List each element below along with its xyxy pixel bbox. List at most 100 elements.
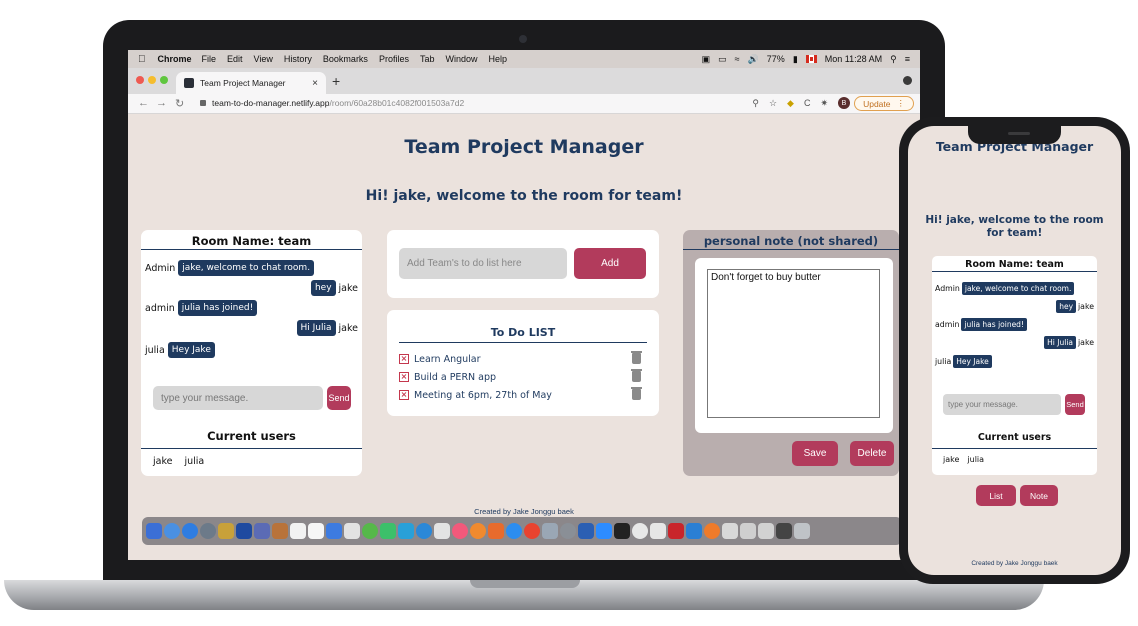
books-icon[interactable]	[272, 523, 288, 539]
bookmark-star-icon[interactable]: ☆	[769, 98, 777, 109]
menu-file[interactable]: File	[202, 54, 217, 64]
preview-icon[interactable]	[542, 523, 558, 539]
siri-icon[interactable]	[164, 523, 180, 539]
textedit-icon[interactable]	[344, 523, 360, 539]
extension-c-icon[interactable]: C	[804, 98, 811, 108]
tab-close-icon[interactable]: ×	[312, 78, 318, 89]
window-zoom-button[interactable]	[160, 76, 168, 84]
vscode-icon[interactable]	[686, 523, 702, 539]
macos-menubar:  Chrome File Edit View History Bookmark…	[128, 50, 920, 68]
screen-record-icon[interactable]: ▣	[702, 54, 711, 65]
menu-bookmarks[interactable]: Bookmarks	[323, 54, 368, 64]
phone-list-button[interactable]: List	[976, 485, 1016, 506]
phone-send-button[interactable]: Send	[1065, 394, 1085, 415]
chat-message-input[interactable]: type your message.	[153, 386, 323, 410]
podcasts-icon[interactable]	[470, 523, 486, 539]
puzzle-extensions-icon[interactable]: ✷	[820, 98, 828, 109]
apple-icon[interactable]: 	[138, 54, 146, 65]
keynote-icon[interactable]	[434, 523, 450, 539]
terminal-icon[interactable]	[614, 523, 630, 539]
update-button[interactable]: Update ⋮	[854, 96, 914, 111]
checkbox-x-icon[interactable]: ×	[399, 354, 409, 364]
reload-icon[interactable]: ↻	[175, 97, 184, 110]
phone-note-button[interactable]: Note	[1020, 485, 1058, 506]
checkbox-x-icon[interactable]: ×	[399, 390, 409, 400]
send-button[interactable]: Send	[327, 386, 351, 410]
chrome-icon[interactable]	[524, 523, 540, 539]
add-todo-button[interactable]: Add	[574, 248, 646, 279]
extension-diamond-icon[interactable]: ◆	[787, 98, 794, 109]
zoom-icon[interactable]	[596, 523, 612, 539]
maps-icon[interactable]	[416, 523, 432, 539]
numbers-icon[interactable]	[398, 523, 414, 539]
phone-chat-message: Hi Julia jake	[1044, 336, 1094, 349]
forward-arrow-icon[interactable]: →	[156, 97, 167, 109]
downloads-stack-icon[interactable]	[722, 523, 738, 539]
phone-chat-message-input[interactable]: type your message.	[943, 394, 1061, 415]
messages-icon[interactable]	[362, 523, 378, 539]
input-source-flag-icon[interactable]	[805, 55, 817, 63]
spotlight-search-icon[interactable]: ⚲	[890, 54, 897, 65]
battery-icon[interactable]: ▮	[793, 54, 798, 65]
trash-icon[interactable]	[631, 387, 642, 400]
word-icon[interactable]	[578, 523, 594, 539]
menu-history[interactable]: History	[284, 54, 312, 64]
kebab-menu-icon: ⋮	[896, 98, 906, 108]
photoshop-icon[interactable]	[236, 523, 252, 539]
menu-view[interactable]: View	[254, 54, 273, 64]
address-bar[interactable]: team-to-do-manager.netlify.app/room/60a2…	[200, 98, 464, 108]
menu-help[interactable]: Help	[488, 54, 507, 64]
launchpad-icon[interactable]	[200, 523, 216, 539]
welcome-message: Hi! jake, welcome to the room for team!	[365, 188, 683, 204]
profile-avatar[interactable]: B	[838, 97, 850, 109]
menu-edit[interactable]: Edit	[227, 54, 243, 64]
music-icon[interactable]	[452, 523, 468, 539]
save-note-button[interactable]: Save	[792, 441, 838, 466]
pages-icon[interactable]	[488, 523, 504, 539]
notes-app-icon[interactable]	[218, 523, 234, 539]
menu-profiles[interactable]: Profiles	[379, 54, 409, 64]
window-close-button[interactable]	[136, 76, 144, 84]
contacts-icon[interactable]	[254, 523, 270, 539]
menu-window[interactable]: Window	[445, 54, 477, 64]
volume-icon[interactable]: 🔊	[748, 54, 759, 65]
todo-input[interactable]: Add Team's to do list here	[399, 248, 567, 279]
photos-icon[interactable]	[326, 523, 342, 539]
slack-icon[interactable]	[632, 523, 648, 539]
reminders-icon[interactable]	[308, 523, 324, 539]
acrobat-icon[interactable]	[668, 523, 684, 539]
new-tab-icon[interactable]: +	[332, 73, 340, 89]
delete-note-button[interactable]: Delete	[850, 441, 894, 466]
control-center-icon[interactable]: ≡	[905, 54, 910, 64]
system-preferences-icon[interactable]	[560, 523, 576, 539]
back-arrow-icon[interactable]: ←	[138, 97, 149, 109]
safari-icon[interactable]	[182, 523, 198, 539]
phone-welcome-message: Hi! jake, welcome to the room for team!	[925, 214, 1104, 239]
script-editor-icon[interactable]	[650, 523, 666, 539]
documents-stack-icon[interactable]	[740, 523, 756, 539]
screenshots-stack-icon[interactable]	[758, 523, 774, 539]
finder-icon[interactable]	[146, 523, 162, 539]
trash-icon[interactable]	[631, 351, 642, 364]
menubar-app-name[interactable]: Chrome	[158, 54, 192, 64]
tab-search-icon[interactable]	[903, 76, 912, 85]
window-minimize-button[interactable]	[148, 76, 156, 84]
menu-tab[interactable]: Tab	[420, 54, 435, 64]
chat-panel: Room Name: team Admin jake, welcome to c…	[141, 230, 362, 476]
trash-icon[interactable]	[631, 369, 642, 382]
calendar-icon[interactable]	[290, 523, 306, 539]
key-icon[interactable]: ⚲	[752, 98, 759, 109]
desktop-stack-icon[interactable]	[776, 523, 792, 539]
note-textarea[interactable]: Don't forget to buy butter	[707, 269, 880, 418]
facetime-icon[interactable]	[380, 523, 396, 539]
user-name: jake	[943, 455, 960, 464]
checkbox-x-icon[interactable]: ×	[399, 372, 409, 382]
trash-bin-icon[interactable]	[794, 523, 810, 539]
app-store-icon[interactable]	[506, 523, 522, 539]
menubar-clock[interactable]: Mon 11:28 AM	[825, 54, 882, 64]
browser-tab[interactable]: Team Project Manager ×	[176, 72, 326, 94]
message-bubble: hey	[310, 280, 336, 296]
wifi-icon[interactable]: ≈	[735, 54, 740, 64]
airplay-icon[interactable]: ▭	[718, 54, 727, 65]
firefox-icon[interactable]	[704, 523, 720, 539]
